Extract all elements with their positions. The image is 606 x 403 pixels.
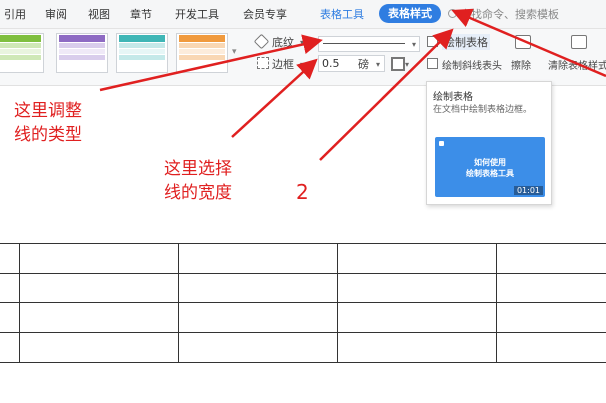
- chevron-down-icon: ▾: [411, 40, 416, 49]
- line-width-value: 0.5: [322, 57, 340, 70]
- more-styles-icon[interactable]: ▾: [232, 47, 237, 57]
- menu-developer-tools[interactable]: 开发工具: [175, 6, 219, 22]
- annotation-line-type-2: 线的类型: [14, 125, 82, 145]
- line-color-icon[interactable]: [391, 57, 405, 71]
- table-style-swatch-teal[interactable]: [116, 33, 168, 73]
- table-style-swatch-orange[interactable]: [176, 33, 228, 73]
- border-button[interactable]: 边框: [272, 56, 294, 72]
- video-caption-line1: 如何使用: [474, 158, 506, 167]
- draw-table-button[interactable]: 绘制表格: [442, 34, 490, 50]
- shading-dropdown-icon[interactable]: ▾: [300, 38, 304, 47]
- ribbon: ▾ 底纹 ▾ ▾ 边框 ▾ 0.5 磅 ▾ ▾ 绘制表格 绘制斜线表头 擦除 清…: [0, 29, 606, 86]
- video-duration: 01:01: [513, 186, 543, 195]
- erase-button[interactable]: 擦除: [511, 57, 531, 72]
- line-width-select[interactable]: 0.5: [318, 55, 385, 72]
- search-input[interactable]: 查找命令、搜索模板: [460, 6, 559, 22]
- draw-table-icon: [427, 36, 438, 47]
- tutorial-video-thumbnail[interactable]: 如何使用 绘制表格工具 01:01: [435, 137, 545, 197]
- tab-table-style[interactable]: 表格样式: [379, 4, 441, 23]
- video-caption-line2: 绘制表格工具: [466, 169, 514, 178]
- line-width-dropdown-icon[interactable]: ▾: [376, 60, 380, 69]
- tooltip-title: 绘制表格: [433, 92, 473, 103]
- menu-member[interactable]: 会员专享: [243, 6, 287, 22]
- line-width-unit: 磅: [358, 58, 369, 71]
- menu-references[interactable]: 引用: [4, 6, 26, 22]
- annotation-number: 2: [296, 180, 309, 204]
- menu-chapter[interactable]: 章节: [130, 6, 152, 22]
- menu-review[interactable]: 审阅: [45, 6, 67, 22]
- draw-table-tooltip: 绘制表格 在文档中绘制表格边框。 如何使用 绘制表格工具 01:01: [426, 81, 552, 205]
- shading-button[interactable]: 底纹: [272, 34, 294, 50]
- table-style-swatch-green[interactable]: [0, 33, 44, 73]
- menu-view[interactable]: 视图: [88, 6, 110, 22]
- document-table[interactable]: [0, 243, 606, 363]
- line-type-select[interactable]: ▾: [318, 36, 420, 52]
- clear-table-style-button[interactable]: 清除表格样式: [548, 57, 606, 72]
- search-icon[interactable]: [448, 9, 457, 18]
- border-dropdown-icon[interactable]: ▾: [300, 60, 304, 69]
- video-caption: 如何使用 绘制表格工具: [435, 157, 545, 179]
- border-icon: [257, 57, 269, 69]
- diagonal-header-icon: [427, 58, 438, 69]
- annotation-line-width-2: 线的宽度: [164, 183, 232, 203]
- annotation-line-width-1: 这里选择: [164, 159, 232, 179]
- paint-bucket-icon: [253, 33, 270, 50]
- tooltip-description: 在文档中绘制表格边框。: [433, 105, 533, 115]
- menu-bar: 引用 审阅 视图 章节 开发工具 会员专享 表格工具 表格样式 查找命令、搜索模…: [0, 0, 606, 29]
- clear-style-icon: [571, 35, 587, 49]
- draw-diagonal-header-button[interactable]: 绘制斜线表头: [442, 57, 502, 72]
- annotation-line-type-1: 这里调整: [14, 101, 82, 121]
- tab-table-tools[interactable]: 表格工具: [320, 6, 364, 22]
- logo-icon: [439, 141, 444, 146]
- line-color-dropdown-icon[interactable]: ▾: [405, 60, 409, 69]
- eraser-icon: [515, 35, 531, 49]
- table-style-swatch-purple[interactable]: [56, 33, 108, 73]
